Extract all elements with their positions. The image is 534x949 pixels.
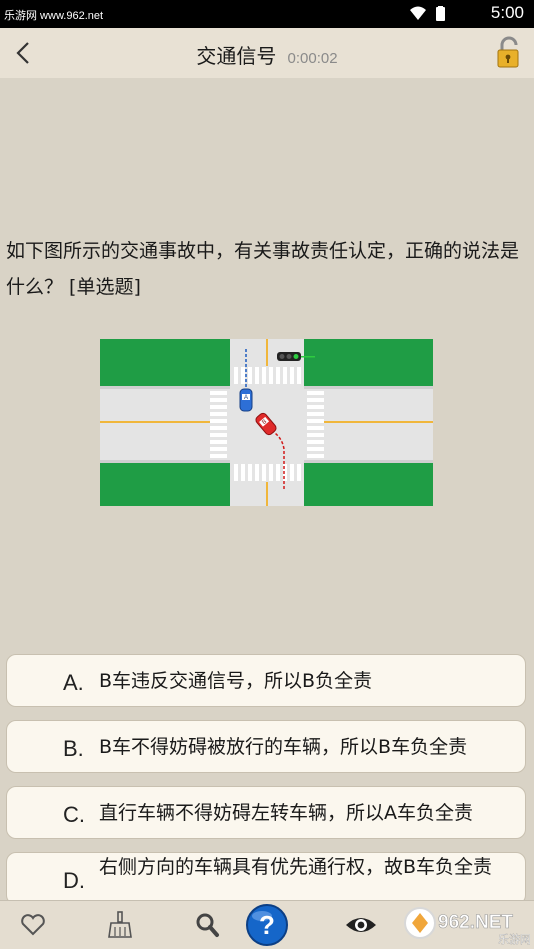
option-text: B车不得妨碍被放行的车辆，所以B车负全责 [99, 736, 468, 758]
heart-icon[interactable] [18, 911, 48, 939]
eye-icon[interactable] [344, 911, 378, 939]
option-a[interactable]: A. B车违反交通信号，所以B负全责 [6, 654, 526, 707]
unlock-icon[interactable] [494, 36, 524, 70]
status-watermark: 乐游网 www.962.net [4, 10, 104, 22]
svg-text:?: ? [259, 910, 275, 940]
title-area: 交通信号 0:00:02 [0, 40, 534, 69]
option-text: 右侧方向的车辆具有优先通行权，故B车负全责 [99, 856, 493, 878]
watermark-brand: 962.NET [438, 912, 513, 933]
car-a: A [239, 388, 253, 412]
option-b[interactable]: B. B车不得妨碍被放行的车辆，所以B车负全责 [6, 720, 526, 773]
broom-icon[interactable] [105, 911, 135, 939]
help-icon[interactable]: ? [244, 903, 290, 947]
question-text: 如下图所示的交通事故中，有关事故责任认定，正确的说法是什么？ [单选题] [6, 240, 520, 298]
bottom-toolbar: ? 962.NET 乐游网 [0, 900, 534, 949]
option-text: B车违反交通信号，所以B负全责 [99, 670, 373, 692]
wifi-battery-icons [410, 6, 445, 21]
elapsed-timer: 0:00:02 [287, 50, 338, 67]
app-header: 交通信号 0:00:02 [0, 28, 534, 78]
option-d[interactable]: D. 右侧方向的车辆具有优先通行权，故B车负全责 [6, 852, 526, 905]
option-letter: A. [63, 670, 84, 695]
status-bar: 乐游网 www.962.net 5:00 [0, 0, 534, 28]
search-icon[interactable] [193, 911, 223, 939]
option-c[interactable]: C. 直行车辆不得妨碍左转车辆，所以A车负全责 [6, 786, 526, 839]
option-letter: C. [63, 802, 85, 827]
option-letter: B. [63, 736, 84, 761]
status-time: 5:00 [490, 3, 524, 22]
watermark-caption: 乐游网 [498, 933, 530, 946]
option-text: 直行车辆不得妨碍左转车辆，所以A车负全责 [99, 802, 473, 824]
page-title: 交通信号 [196, 44, 277, 68]
option-letter: D. [63, 868, 85, 893]
car-a-label: A [244, 395, 248, 401]
site-watermark-logo: 962.NET 乐游网 [404, 907, 530, 946]
intersection-diagram: A B [100, 339, 433, 506]
